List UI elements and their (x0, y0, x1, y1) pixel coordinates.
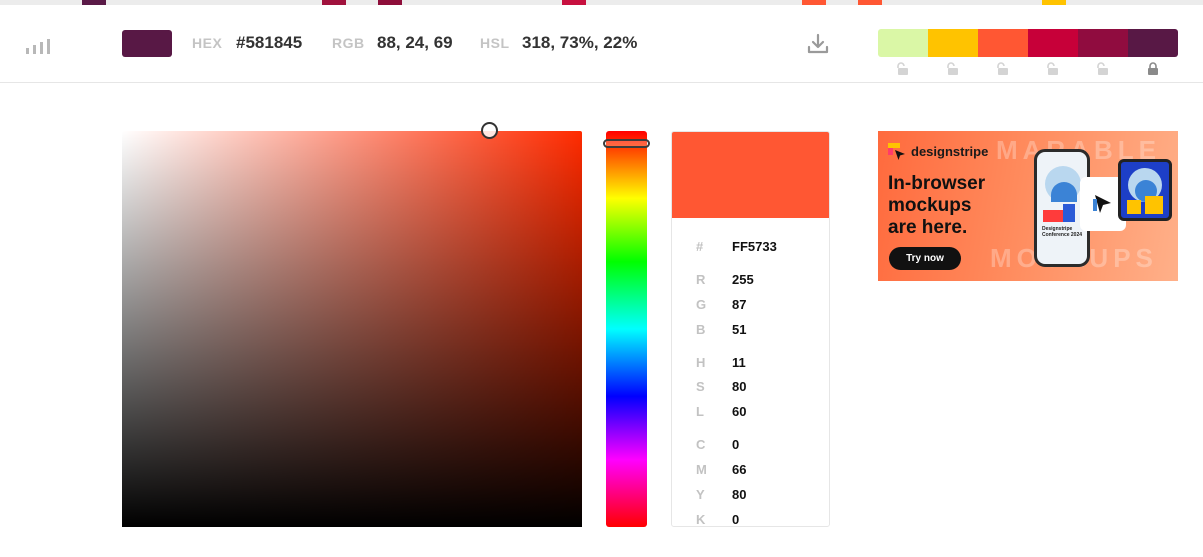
hex-label: HEX (192, 35, 223, 51)
value-key: K (696, 512, 706, 527)
unlocked-icon (897, 62, 908, 75)
value-row-y: Y 80 (696, 487, 746, 502)
hue-slider-handle[interactable] (603, 139, 650, 148)
value-row-h: H 11 (696, 355, 746, 370)
value-key: Y (696, 487, 705, 502)
value-text[interactable]: 87 (732, 297, 746, 312)
palette-bar (878, 29, 1178, 57)
advertisement-banner[interactable]: MARABLE MOCKUPS designstripe In-browser … (878, 131, 1178, 281)
cursor-arrow-icon (1093, 195, 1111, 213)
value-row-r: R 255 (696, 272, 754, 287)
palette-color-1[interactable] (878, 29, 928, 57)
hex-value[interactable]: #581845 (236, 33, 302, 53)
value-key: M (696, 462, 707, 477)
rgb-value[interactable]: 88, 24, 69 (377, 33, 453, 53)
value-key: S (696, 379, 705, 394)
value-text[interactable]: 0 (732, 512, 739, 526)
value-key: # (696, 239, 704, 254)
ad-headline: In-browser mockups are here. (888, 173, 985, 239)
value-row-k: K0 (696, 512, 739, 527)
palette-color-2[interactable] (928, 29, 978, 57)
current-color-swatch (122, 30, 172, 57)
hue-slider[interactable] (606, 131, 647, 527)
hsl-value[interactable]: 318, 73%, 22% (522, 33, 637, 53)
lock-icon (1148, 62, 1158, 75)
value-text[interactable]: 0 (732, 437, 739, 452)
color-values-panel: # FF5733 R 255 G 87 B 51 H 11 S 80 L 60 C0 M 66 … (671, 131, 830, 527)
color-info-header: HEX #581845 RGB 88, 24, 69 HSL 318, 73%,… (0, 5, 1203, 83)
lock-toggle[interactable] (878, 62, 928, 76)
mockup-card-blue (1118, 159, 1172, 221)
unlocked-icon (947, 62, 958, 75)
phone-caption: Designstripe Conference 2024 (1042, 226, 1083, 238)
lock-toggle[interactable] (1028, 62, 1078, 76)
lock-toggle[interactable] (978, 62, 1028, 76)
value-row-c: C0 (696, 437, 739, 452)
value-row-b: B 51 (696, 322, 746, 337)
black-gradient (122, 131, 582, 527)
lock-toggle[interactable] (928, 62, 978, 76)
value-row-g: G 87 (696, 297, 746, 312)
value-text[interactable]: 66 (732, 462, 746, 477)
designstripe-logo-icon (888, 143, 905, 160)
value-row-m: M 66 (696, 462, 746, 477)
value-row-l: L 60 (696, 404, 746, 419)
value-text[interactable]: 11 (732, 355, 746, 370)
ad-cta-button[interactable]: Try now (889, 247, 961, 270)
value-text[interactable]: 80 (732, 379, 746, 394)
value-key: G (696, 297, 707, 312)
bar-chart-icon[interactable] (26, 38, 52, 54)
value-row-hex: # FF5733 (696, 239, 777, 254)
palette-color-3[interactable] (978, 29, 1028, 57)
value-text[interactable]: 80 (732, 487, 746, 502)
ad-headline-line: are here. (888, 217, 968, 238)
ad-brand: designstripe (911, 144, 989, 159)
palette-color-6[interactable] (1128, 29, 1178, 57)
ad-headline-line: mockups (888, 195, 972, 216)
color-preview (672, 132, 829, 218)
color-picker-handle[interactable] (481, 122, 498, 139)
ad-headline-line: In-browser (888, 173, 986, 194)
unlocked-icon (997, 62, 1008, 75)
value-text[interactable]: 60 (732, 404, 746, 419)
palette-color-5[interactable] (1078, 29, 1128, 57)
palette-locks (878, 62, 1178, 76)
value-text[interactable]: 255 (732, 272, 754, 287)
lock-toggle[interactable] (1128, 62, 1178, 76)
value-text[interactable]: FF5733 (732, 239, 777, 254)
value-key: L (696, 404, 704, 419)
unlocked-icon (1047, 62, 1058, 75)
value-text[interactable]: 51 (732, 322, 746, 337)
unlocked-icon (1097, 62, 1108, 75)
rgb-label: RGB (332, 35, 365, 51)
download-icon[interactable] (806, 32, 830, 56)
saturation-value-area[interactable] (122, 131, 582, 527)
value-key: H (696, 355, 706, 370)
palette-color-4[interactable] (1028, 29, 1078, 57)
value-key: C (696, 437, 706, 452)
hsl-label: HSL (480, 35, 510, 51)
value-row-s: S 80 (696, 379, 746, 394)
lock-toggle[interactable] (1078, 62, 1128, 76)
value-key: B (696, 322, 706, 337)
value-key: R (696, 272, 706, 287)
